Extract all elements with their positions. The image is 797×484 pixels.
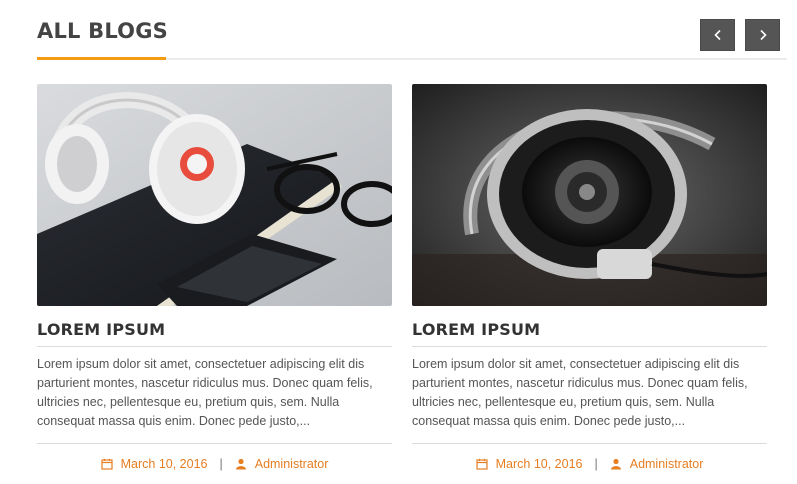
post-date[interactable]: March 10, 2016 — [476, 457, 583, 471]
carousel-prev-button[interactable] — [700, 19, 735, 51]
title-accent-underline — [37, 57, 166, 60]
user-icon — [610, 458, 621, 470]
section-title: ALL BLOGS — [37, 19, 168, 43]
title-divider — [37, 346, 392, 347]
post-author[interactable]: Administrator — [610, 457, 704, 471]
post-image[interactable] — [412, 84, 767, 306]
studio-headphones-photo — [412, 84, 767, 306]
blog-card: LOREM IPSUM Lorem ipsum dolor sit amet, … — [412, 84, 767, 484]
post-author[interactable]: Administrator — [235, 457, 329, 471]
calendar-icon — [476, 458, 488, 470]
post-image[interactable] — [37, 84, 392, 306]
post-title[interactable]: LOREM IPSUM — [37, 320, 392, 344]
meta-separator: | — [219, 457, 223, 471]
blog-card: LOREM IPSUM Lorem ipsum dolor sit amet, … — [37, 84, 392, 484]
carousel-next-button[interactable] — [745, 19, 780, 51]
user-icon — [235, 458, 246, 470]
post-author-text: Administrator — [629, 457, 704, 471]
chevron-right-icon — [759, 29, 767, 41]
post-meta: March 10, 2016 | Administrator — [37, 444, 392, 484]
post-date-text: March 10, 2016 — [120, 457, 208, 471]
post-meta: March 10, 2016 | Administrator — [412, 444, 767, 484]
post-date-text: March 10, 2016 — [495, 457, 583, 471]
chevron-left-icon — [713, 29, 721, 41]
post-title[interactable]: LOREM IPSUM — [412, 320, 767, 344]
calendar-icon — [101, 458, 113, 470]
post-author-text: Administrator — [254, 457, 329, 471]
post-date[interactable]: March 10, 2016 — [101, 457, 208, 471]
meta-separator: | — [594, 457, 598, 471]
blog-section-header: ALL BLOGS — [0, 0, 797, 60]
post-excerpt: Lorem ipsum dolor sit amet, consectetuer… — [37, 357, 373, 428]
post-excerpt: Lorem ipsum dolor sit amet, consectetuer… — [412, 357, 748, 428]
headphones-notebook-photo — [37, 84, 392, 306]
title-divider — [412, 346, 767, 347]
